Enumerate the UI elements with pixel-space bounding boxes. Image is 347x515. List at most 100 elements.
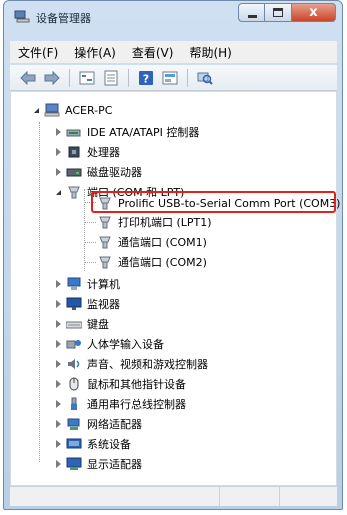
window-title: 设备管理器 — [36, 12, 91, 25]
status-bar — [10, 486, 337, 506]
tree-category-ide[interactable]: IDE ATA/ATAPI 控制器 — [53, 122, 199, 142]
maximize-button[interactable] — [265, 3, 292, 22]
tree-category-usb[interactable]: 通用串行总线控制器 — [53, 394, 186, 414]
maximize-icon — [273, 8, 283, 17]
tree-root-label: ACER-PC — [65, 103, 113, 117]
device-manager-app-icon — [14, 10, 30, 23]
collapsed-expander-icon[interactable] — [53, 439, 63, 449]
tree-view-icon — [79, 71, 95, 84]
tree-category-label: 通用串行总线控制器 — [87, 398, 186, 411]
minimize-icon — [248, 15, 257, 18]
tree-category-system[interactable]: 系统设备 — [53, 434, 131, 454]
system-icon — [66, 438, 82, 449]
collapsed-expander-icon[interactable] — [53, 359, 63, 369]
menu-bar: 文件(F) 操作(A) 查看(V) 帮助(H) — [10, 41, 337, 63]
collapsed-expander-icon[interactable] — [53, 299, 63, 309]
ide-controller-icon — [66, 129, 81, 137]
close-button[interactable]: x — [292, 3, 336, 22]
tree-category-computer[interactable]: 计算机 — [53, 274, 120, 294]
tree-category-mouse[interactable]: 鼠标和其他指针设备 — [53, 374, 186, 394]
computer-icon — [67, 277, 81, 290]
tree-category-label: 监视器 — [87, 298, 120, 311]
update-driver-icon — [162, 71, 178, 84]
tree-category-label: 人体学输入设备 — [87, 338, 164, 351]
mouse-icon — [69, 377, 79, 391]
tree-category-processor[interactable]: 处理器 — [53, 142, 120, 162]
title-bar: 设备管理器 x — [4, 1, 342, 31]
collapsed-expander-icon[interactable] — [53, 319, 63, 329]
tree-view-button[interactable] — [77, 68, 97, 88]
help-button[interactable]: ? — [136, 68, 156, 88]
tree-category-sound[interactable]: 声音、视频和游戏控制器 — [53, 354, 208, 374]
tree-category-label: 显示适配器 — [87, 458, 142, 471]
toolbar-separator — [69, 68, 70, 87]
status-cell — [10, 487, 220, 506]
menu-action[interactable]: 操作(A) — [66, 44, 124, 61]
tree-connector — [84, 222, 96, 223]
collapsed-expander-icon[interactable] — [53, 127, 63, 137]
status-cell — [220, 487, 280, 506]
tree-category-hid[interactable]: 人体学输入设备 — [53, 334, 164, 354]
collapsed-expander-icon[interactable] — [53, 459, 63, 469]
tree-port-com1[interactable]: 通信端口 (COM1) — [97, 232, 207, 252]
toolbar-separator — [187, 68, 188, 87]
tree-port-label: 通信端口 (COM2) — [118, 256, 207, 269]
menu-help[interactable]: 帮助(H) — [181, 44, 239, 61]
svg-text:?: ? — [143, 72, 149, 85]
menu-file[interactable]: 文件(F) — [10, 44, 66, 61]
minimize-button[interactable] — [238, 3, 265, 22]
expand-icon[interactable] — [31, 105, 41, 115]
collapsed-expander-icon[interactable] — [53, 147, 63, 157]
properties-view-button[interactable] — [101, 68, 121, 88]
expand-icon[interactable] — [53, 187, 63, 197]
tree-category-disk[interactable]: 磁盘驱动器 — [53, 162, 142, 182]
processor-icon — [68, 146, 80, 158]
port-icon — [99, 236, 111, 249]
close-icon: x — [309, 5, 318, 20]
back-button[interactable] — [18, 68, 38, 88]
properties-view-icon — [104, 70, 118, 85]
tree-category-monitor[interactable]: 监视器 — [53, 294, 120, 314]
collapsed-expander-icon[interactable] — [53, 339, 63, 349]
collapsed-expander-icon[interactable] — [53, 379, 63, 389]
collapsed-expander-icon[interactable] — [53, 167, 63, 177]
tree-port-com2[interactable]: 通信端口 (COM2) — [97, 252, 207, 272]
forward-arrow-icon — [44, 70, 60, 85]
display-icon — [66, 457, 82, 470]
status-cell — [280, 487, 337, 506]
tree-category-label: IDE ATA/ATAPI 控制器 — [87, 126, 200, 139]
tree-category-label: 网络适配器 — [87, 418, 142, 431]
tree-root-node[interactable]: ACER-PC — [31, 100, 112, 120]
tree-category-keyboard[interactable]: 键盘 — [53, 314, 109, 334]
collapsed-expander-icon[interactable] — [53, 279, 63, 289]
forward-button[interactable] — [42, 68, 62, 88]
disk-drive-icon — [66, 168, 82, 177]
tree-category-label: 键盘 — [87, 318, 109, 331]
network-icon — [67, 418, 80, 430]
keyboard-icon — [66, 321, 82, 329]
tree-port-lpt1[interactable]: 打印机端口 (LPT1) — [97, 212, 212, 232]
usb-icon — [71, 397, 77, 410]
tree-connector — [84, 242, 96, 243]
tree-category-label: 系统设备 — [87, 438, 131, 451]
port-icon — [68, 186, 80, 199]
toolbar-separator — [128, 68, 129, 87]
scan-hardware-button[interactable] — [195, 68, 215, 88]
update-driver-button[interactable] — [160, 68, 180, 88]
menu-view[interactable]: 查看(V) — [124, 44, 182, 61]
tree-category-network[interactable]: 网络适配器 — [53, 414, 142, 434]
collapsed-expander-icon[interactable] — [53, 419, 63, 429]
tree-port-label: 打印机端口 (LPT1) — [118, 216, 212, 229]
tree-category-display[interactable]: 显示适配器 — [53, 454, 142, 474]
sound-icon — [68, 359, 80, 369]
tree-connector — [84, 262, 96, 263]
scan-hardware-icon — [197, 72, 213, 85]
device-tree: ACER-PC IDE ATA/ATAPI 控制器 处理器 磁盘驱动器 端口 (… — [10, 91, 340, 486]
monitor-icon — [66, 297, 82, 310]
toolbar: ? — [10, 65, 337, 91]
port-icon — [99, 216, 111, 229]
caption-buttons: x — [238, 3, 336, 23]
tree-port-label: 通信端口 (COM1) — [118, 236, 207, 249]
collapsed-expander-icon[interactable] — [53, 399, 63, 409]
device-manager-window: 设备管理器 x 文件(F) 操作(A) 查看(V) 帮助(H) ? ACER-P… — [3, 0, 343, 510]
